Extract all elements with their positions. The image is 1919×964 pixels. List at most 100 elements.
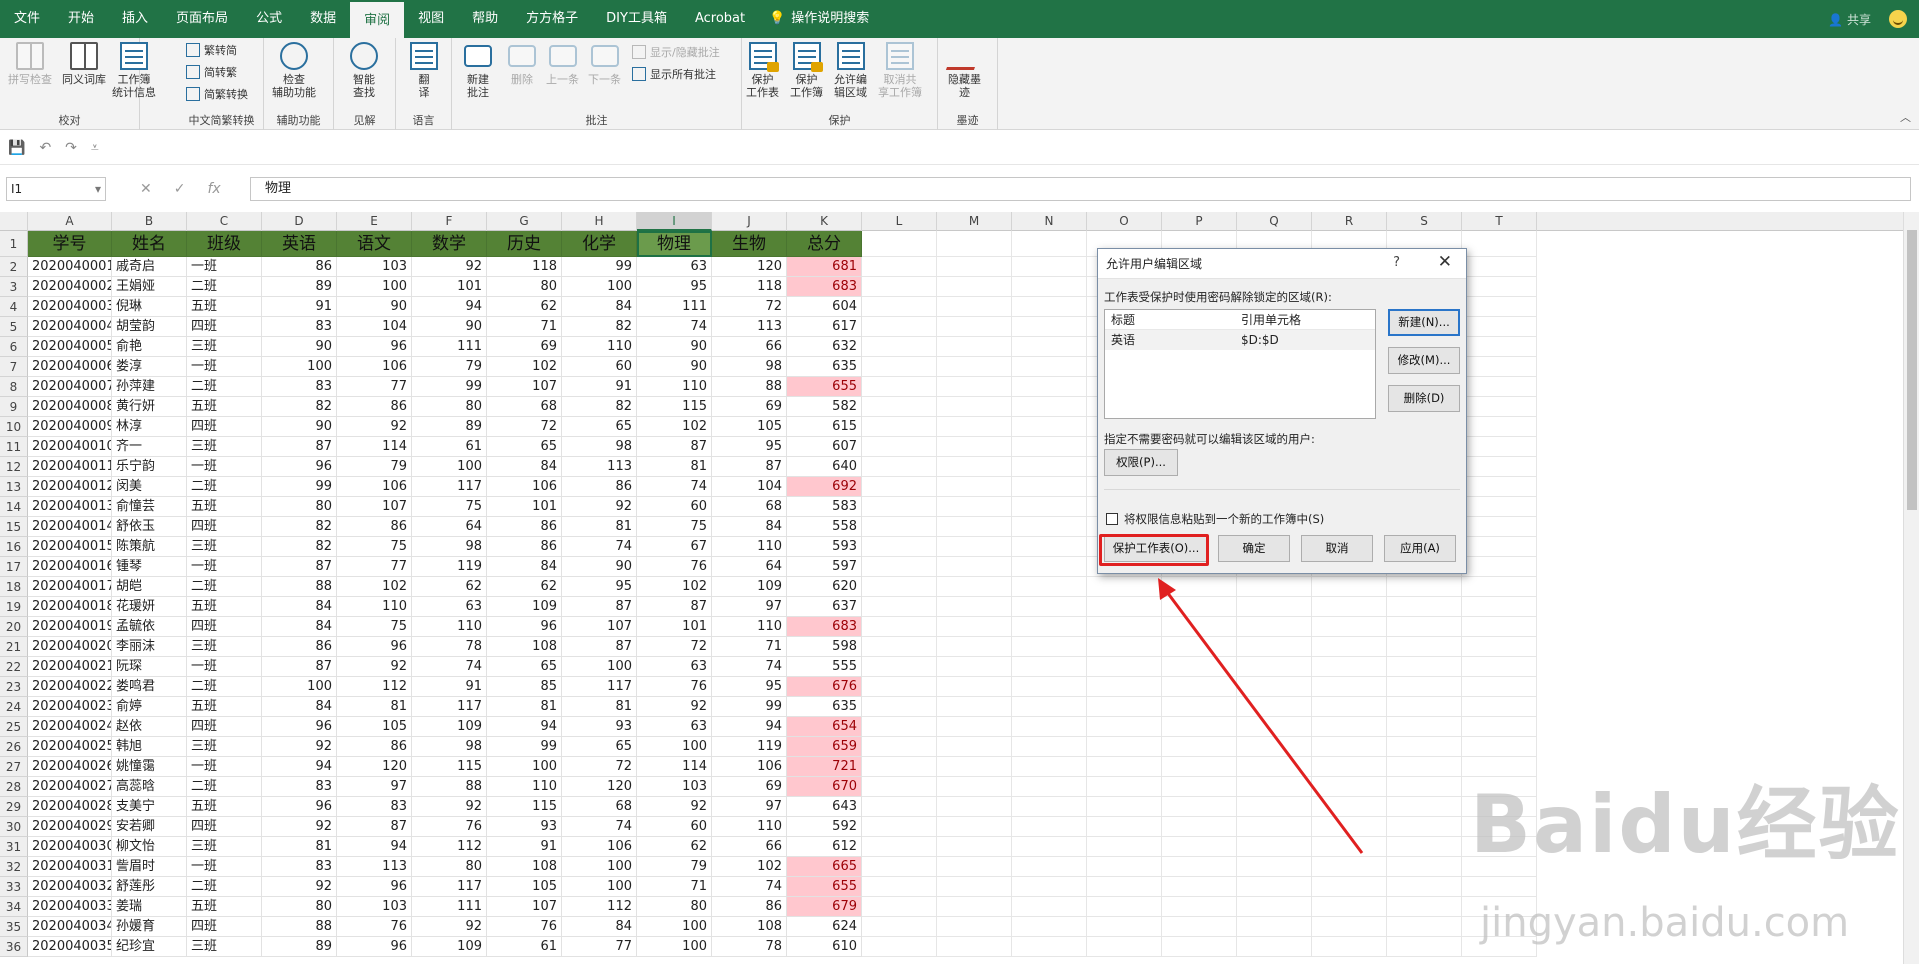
data-cell[interactable]: 五班 — [187, 497, 262, 517]
data-cell[interactable]: 2020040031 — [28, 857, 112, 877]
row-header[interactable]: 34 — [0, 897, 28, 917]
column-header-D[interactable]: D — [262, 212, 337, 231]
data-cell[interactable]: 100 — [487, 757, 562, 777]
next-comment-button[interactable]: 下一条 — [588, 42, 621, 86]
empty-cell[interactable] — [862, 231, 937, 257]
data-cell[interactable]: 三班 — [187, 337, 262, 357]
data-cell[interactable]: 安若卿 — [112, 817, 187, 837]
row-header[interactable]: 7 — [0, 357, 28, 377]
empty-cell[interactable] — [862, 557, 937, 577]
empty-cell[interactable] — [1162, 797, 1237, 817]
empty-cell[interactable] — [862, 777, 937, 797]
row-header[interactable]: 14 — [0, 497, 28, 517]
menu-tab-3[interactable]: 页面布局 — [162, 0, 242, 38]
data-cell[interactable]: 舒莲彤 — [112, 877, 187, 897]
smart-lookup-button[interactable]: 智能 查找 — [350, 42, 378, 99]
data-cell[interactable]: 670 — [787, 777, 862, 797]
data-cell[interactable]: 64 — [412, 517, 487, 537]
empty-cell[interactable] — [1387, 577, 1462, 597]
share-button[interactable]: 👤 共享 — [1828, 11, 1871, 28]
row-header[interactable]: 5 — [0, 317, 28, 337]
data-cell[interactable]: 92 — [337, 657, 412, 677]
data-cell[interactable]: 92 — [412, 257, 487, 277]
data-cell[interactable]: 84 — [712, 517, 787, 537]
empty-cell[interactable] — [1012, 577, 1087, 597]
empty-cell[interactable] — [937, 877, 1012, 897]
data-cell[interactable]: 555 — [787, 657, 862, 677]
data-cell[interactable]: 100 — [562, 277, 637, 297]
header-cell[interactable]: 生物 — [712, 231, 787, 257]
row-header[interactable]: 33 — [0, 877, 28, 897]
data-cell[interactable]: 2020040005 — [28, 337, 112, 357]
empty-cell[interactable] — [937, 937, 1012, 957]
empty-cell[interactable] — [937, 337, 1012, 357]
data-cell[interactable]: 三班 — [187, 537, 262, 557]
data-cell[interactable]: 2020040027 — [28, 777, 112, 797]
empty-cell[interactable] — [1387, 737, 1462, 757]
row-header[interactable]: 13 — [0, 477, 28, 497]
empty-cell[interactable] — [1312, 837, 1387, 857]
data-cell[interactable]: 五班 — [187, 897, 262, 917]
empty-cell[interactable] — [1387, 857, 1462, 877]
data-cell[interactable]: 109 — [712, 577, 787, 597]
empty-cell[interactable] — [1462, 617, 1537, 637]
empty-cell[interactable] — [1012, 617, 1087, 637]
data-cell[interactable]: 2020040029 — [28, 817, 112, 837]
empty-cell[interactable] — [1012, 417, 1087, 437]
empty-cell[interactable] — [1462, 257, 1537, 277]
empty-cell[interactable] — [1312, 697, 1387, 717]
empty-cell[interactable] — [862, 837, 937, 857]
empty-cell[interactable] — [1162, 817, 1237, 837]
data-cell[interactable]: 69 — [487, 337, 562, 357]
data-cell[interactable]: 77 — [562, 937, 637, 957]
empty-cell[interactable] — [1012, 597, 1087, 617]
empty-cell[interactable] — [1012, 857, 1087, 877]
data-cell[interactable]: 82 — [562, 397, 637, 417]
data-cell[interactable]: 593 — [787, 537, 862, 557]
data-cell[interactable]: 82 — [262, 537, 337, 557]
data-cell[interactable]: 胡莹韵 — [112, 317, 187, 337]
empty-cell[interactable] — [1012, 437, 1087, 457]
data-cell[interactable]: 84 — [562, 297, 637, 317]
data-cell[interactable]: 100 — [637, 737, 712, 757]
data-cell[interactable]: 80 — [262, 497, 337, 517]
empty-cell[interactable] — [1012, 537, 1087, 557]
empty-cell[interactable] — [1012, 937, 1087, 957]
data-cell[interactable]: 65 — [562, 737, 637, 757]
data-cell[interactable]: 四班 — [187, 817, 262, 837]
data-cell[interactable]: 俞憧芸 — [112, 497, 187, 517]
data-cell[interactable]: 赵依 — [112, 717, 187, 737]
data-cell[interactable]: 65 — [487, 437, 562, 457]
data-cell[interactable]: 108 — [487, 637, 562, 657]
data-cell[interactable]: 74 — [637, 317, 712, 337]
smiley-feedback-icon[interactable] — [1889, 10, 1907, 28]
data-cell[interactable]: 72 — [487, 417, 562, 437]
row-header[interactable]: 4 — [0, 297, 28, 317]
data-cell[interactable]: 二班 — [187, 477, 262, 497]
empty-cell[interactable] — [1012, 257, 1087, 277]
empty-cell[interactable] — [937, 897, 1012, 917]
empty-cell[interactable] — [1087, 937, 1162, 957]
data-cell[interactable]: 2020040032 — [28, 877, 112, 897]
empty-cell[interactable] — [862, 377, 937, 397]
empty-cell[interactable] — [1237, 577, 1312, 597]
data-cell[interactable]: 113 — [562, 457, 637, 477]
data-cell[interactable]: 558 — [787, 517, 862, 537]
empty-cell[interactable] — [937, 617, 1012, 637]
modify-range-button[interactable]: 修改(M)... — [1388, 347, 1460, 374]
empty-cell[interactable] — [1312, 637, 1387, 657]
data-cell[interactable]: 110 — [637, 377, 712, 397]
data-cell[interactable]: 679 — [787, 897, 862, 917]
header-cell[interactable]: 总分 — [787, 231, 862, 257]
enter-icon[interactable]: ✓ — [174, 177, 186, 201]
empty-cell[interactable] — [1087, 697, 1162, 717]
data-cell[interactable]: 114 — [637, 757, 712, 777]
empty-cell[interactable] — [937, 757, 1012, 777]
data-cell[interactable]: 62 — [487, 297, 562, 317]
data-cell[interactable]: 108 — [712, 917, 787, 937]
protect-sheet-button[interactable]: 保护 工作表 — [746, 42, 779, 99]
data-cell[interactable]: 孙媛育 — [112, 917, 187, 937]
data-cell[interactable]: 齐一 — [112, 437, 187, 457]
data-cell[interactable]: 67 — [637, 537, 712, 557]
empty-cell[interactable] — [1237, 877, 1312, 897]
